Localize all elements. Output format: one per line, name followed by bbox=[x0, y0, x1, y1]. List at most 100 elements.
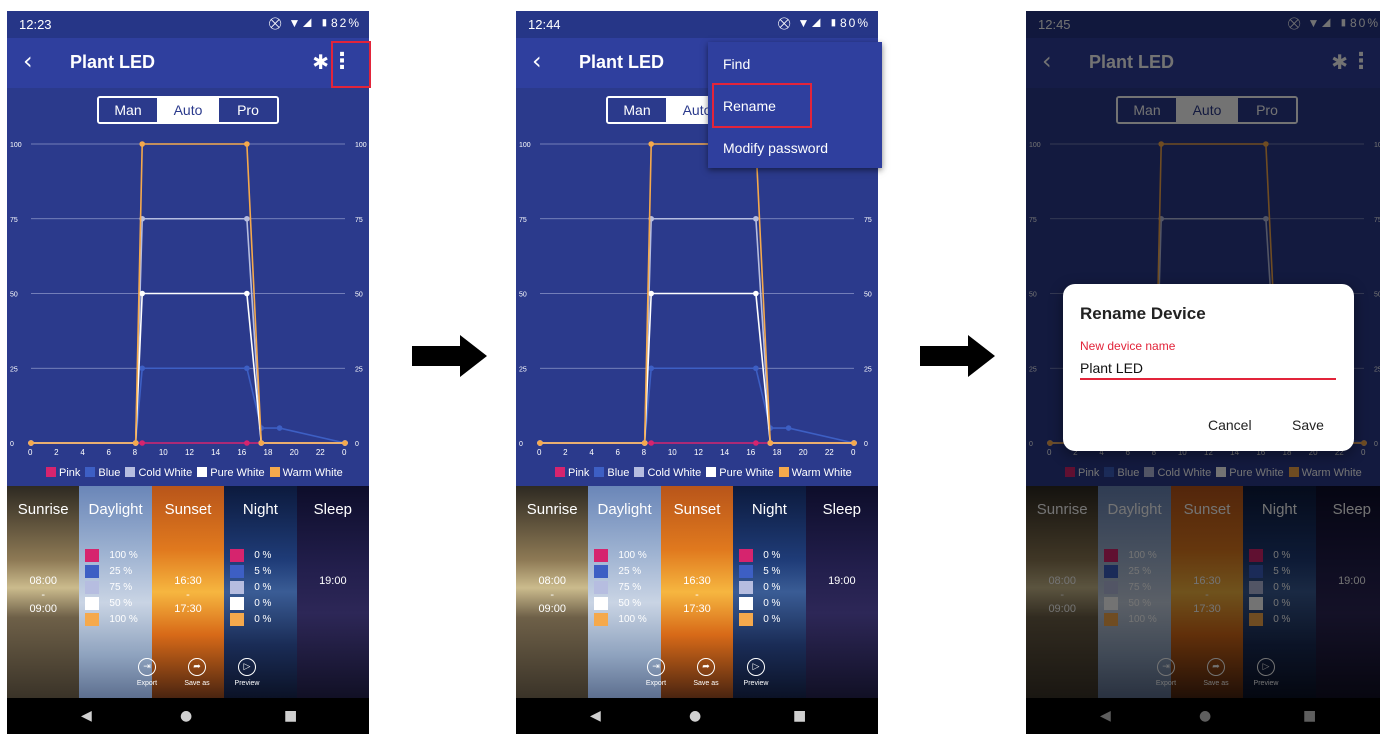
legend-label: Cold White bbox=[647, 467, 702, 479]
channel-row: 0 % bbox=[739, 613, 780, 629]
data-point[interactable] bbox=[851, 440, 857, 446]
data-point[interactable] bbox=[276, 425, 283, 431]
back-arrow-icon[interactable]: ‹ bbox=[532, 49, 542, 73]
channel-value: 50 % bbox=[109, 598, 133, 610]
channel-swatch bbox=[85, 613, 100, 626]
scene-end-time: 09:00 bbox=[538, 603, 566, 615]
scene-sleep[interactable]: Sleep 19:00 bbox=[805, 486, 878, 698]
data-point[interactable] bbox=[537, 440, 543, 446]
channel-swatch bbox=[230, 581, 245, 594]
menu-item-find[interactable]: Find bbox=[723, 56, 750, 72]
channel-value: 25 % bbox=[109, 566, 133, 578]
mode-tab-man[interactable]: Man bbox=[608, 98, 666, 122]
data-point[interactable] bbox=[139, 290, 146, 297]
nav-back-icon[interactable]: ◀ bbox=[81, 708, 92, 724]
system-nav-bar: ◀ ● ■ bbox=[516, 698, 878, 734]
data-point[interactable] bbox=[648, 290, 655, 297]
nav-home-icon[interactable]: ● bbox=[180, 708, 192, 724]
series-line-blue bbox=[540, 367, 855, 444]
preview-button[interactable]: ▷ Preview bbox=[731, 658, 781, 698]
channel-row: 100 % bbox=[85, 613, 138, 629]
scene-sunrise[interactable]: Sunrise 08:00 - 09:00 bbox=[7, 486, 80, 698]
data-point[interactable] bbox=[753, 215, 759, 222]
mode-tab-man[interactable]: Man bbox=[99, 98, 157, 122]
data-point[interactable] bbox=[139, 365, 146, 372]
action-label: Preview bbox=[743, 680, 769, 687]
mode-tab-auto[interactable]: Auto bbox=[157, 98, 217, 122]
x-tick-label: 0 bbox=[342, 448, 347, 457]
data-point[interactable] bbox=[258, 440, 265, 446]
data-point[interactable] bbox=[244, 290, 250, 297]
bluetooth-icon[interactable]: ✱ bbox=[312, 50, 329, 74]
action-label: Export bbox=[645, 680, 667, 687]
flow-arrow-1 bbox=[412, 335, 487, 377]
channel-row: 0 % bbox=[739, 581, 780, 597]
legend-label: Pure White bbox=[210, 467, 265, 479]
channel-value: 50 % bbox=[618, 598, 642, 610]
x-tick-label: 22 bbox=[825, 448, 834, 457]
scene-name: Night bbox=[242, 501, 278, 518]
time-separator: - bbox=[41, 589, 46, 601]
data-point[interactable] bbox=[244, 365, 250, 372]
status-time: 12:23 bbox=[19, 17, 52, 32]
data-point[interactable] bbox=[753, 440, 759, 446]
data-point[interactable] bbox=[139, 141, 146, 147]
mode-tab-pro[interactable]: Pro bbox=[217, 98, 277, 122]
legend-label: Warm White bbox=[791, 467, 852, 479]
channel-value: 75 % bbox=[109, 582, 133, 594]
y-tick-label-right: 50 bbox=[864, 292, 872, 299]
save-as-icon: ➦ bbox=[697, 658, 715, 676]
channel-row: 5 % bbox=[230, 565, 271, 581]
scene-start-time: 16:30 bbox=[174, 575, 202, 587]
scene-sleep[interactable]: Sleep 19:00 bbox=[296, 486, 369, 698]
data-point[interactable] bbox=[641, 440, 648, 446]
channel-row: 50 % bbox=[594, 597, 646, 613]
device-name-input[interactable] bbox=[1080, 357, 1336, 380]
nav-back-icon[interactable]: ◀ bbox=[590, 708, 601, 724]
export-button[interactable]: ⇥ Export bbox=[631, 658, 681, 698]
data-point[interactable] bbox=[244, 440, 250, 446]
data-point[interactable] bbox=[139, 440, 146, 446]
channel-value: 100 % bbox=[618, 614, 647, 626]
cancel-button[interactable]: Cancel bbox=[1208, 417, 1252, 433]
save-as-button[interactable]: ➦ Save as bbox=[172, 658, 222, 698]
data-point[interactable] bbox=[244, 141, 250, 147]
scene-time: 19:00 bbox=[806, 574, 878, 588]
scene-start-time: 16:30 bbox=[683, 575, 711, 587]
nav-recents-icon[interactable]: ■ bbox=[284, 708, 297, 724]
channel-swatch bbox=[739, 597, 754, 610]
x-tick-label: 18 bbox=[264, 448, 273, 457]
save-button[interactable]: Save bbox=[1292, 417, 1324, 433]
export-button[interactable]: ⇥ Export bbox=[122, 658, 172, 698]
channel-value: 75 % bbox=[618, 582, 642, 594]
action-label: Save as bbox=[693, 680, 719, 687]
data-point[interactable] bbox=[28, 440, 34, 446]
data-point[interactable] bbox=[132, 440, 139, 446]
data-point[interactable] bbox=[648, 365, 655, 372]
x-tick-label: 0 bbox=[28, 448, 33, 457]
data-point[interactable] bbox=[785, 425, 792, 431]
scene-name: Sleep bbox=[313, 501, 353, 518]
menu-item-modify-password[interactable]: Modify password bbox=[723, 140, 828, 156]
legend-swatch bbox=[778, 467, 789, 477]
data-point[interactable] bbox=[342, 440, 348, 446]
data-point[interactable] bbox=[648, 141, 655, 147]
preview-button[interactable]: ▷ Preview bbox=[222, 658, 272, 698]
scene-sunrise[interactable]: Sunrise 08:00 - 09:00 bbox=[516, 486, 589, 698]
nav-home-icon[interactable]: ● bbox=[689, 708, 701, 724]
channel-swatch bbox=[594, 597, 609, 610]
nav-recents-icon[interactable]: ■ bbox=[793, 708, 806, 724]
x-tick-label: 20 bbox=[799, 448, 808, 457]
data-point[interactable] bbox=[767, 440, 774, 446]
channel-swatch bbox=[594, 549, 609, 562]
data-point[interactable] bbox=[648, 440, 655, 446]
export-icon: ⇥ bbox=[138, 658, 156, 676]
data-point[interactable] bbox=[753, 365, 759, 372]
scene-name: Sunset bbox=[164, 501, 212, 518]
back-arrow-icon[interactable]: ‹ bbox=[23, 49, 33, 73]
data-point[interactable] bbox=[244, 215, 250, 222]
save-as-button[interactable]: ➦ Save as bbox=[681, 658, 731, 698]
data-point[interactable] bbox=[753, 290, 759, 297]
channel-swatch bbox=[230, 597, 245, 610]
save-as-icon: ➦ bbox=[188, 658, 206, 676]
